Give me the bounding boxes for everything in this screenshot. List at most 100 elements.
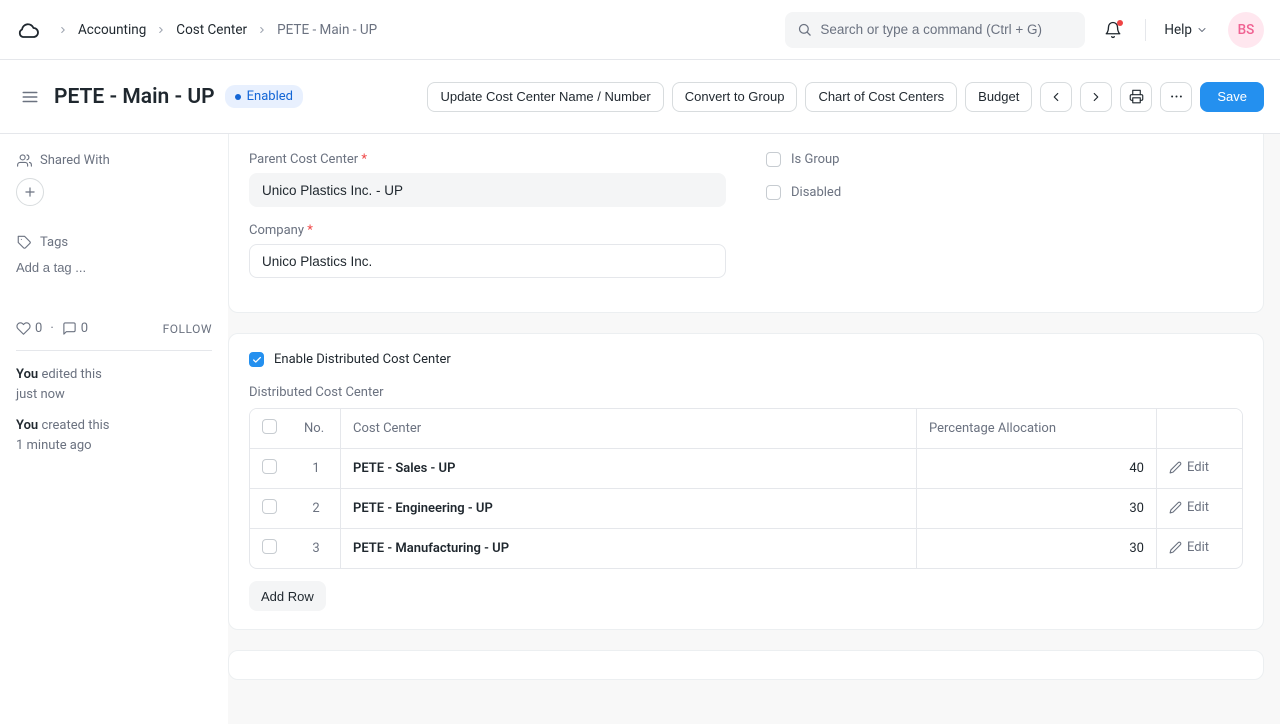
row-alloc[interactable]: 30 xyxy=(916,489,1156,529)
app-logo-icon[interactable] xyxy=(16,18,40,42)
help-menu[interactable]: Help xyxy=(1160,22,1212,38)
chevron-right-icon xyxy=(58,25,68,35)
likes-button[interactable]: 0 xyxy=(16,321,42,336)
sidebar-toggle-button[interactable] xyxy=(16,83,44,111)
activity-what: created this xyxy=(41,418,109,433)
save-button[interactable]: Save xyxy=(1200,82,1264,112)
separator-dot: · xyxy=(50,321,53,336)
topbar: Accounting Cost Center PETE - Main - UP … xyxy=(0,0,1280,60)
status-dot-icon xyxy=(235,94,241,100)
activity-when: just now xyxy=(16,387,65,402)
breadcrumb: Accounting Cost Center PETE - Main - UP xyxy=(58,22,377,38)
activity-what: edited this xyxy=(41,367,101,382)
edit-row-button[interactable]: Edit xyxy=(1169,500,1209,515)
table-header-row: No. Cost Center Percentage Allocation xyxy=(250,409,1242,449)
activity-when: 1 minute ago xyxy=(16,438,92,453)
breadcrumb-cost-center[interactable]: Cost Center xyxy=(176,22,247,38)
comment-icon xyxy=(62,321,77,336)
distributed-table-label: Distributed Cost Center xyxy=(249,385,1243,400)
next-button[interactable] xyxy=(1080,82,1112,112)
is-group-checkbox-row: Is Group xyxy=(766,152,1243,167)
help-label: Help xyxy=(1164,22,1192,38)
comments-count: 0 xyxy=(81,321,88,336)
page-title: PETE - Main - UP xyxy=(54,85,215,109)
edit-row-button[interactable]: Edit xyxy=(1169,540,1209,555)
tag-icon xyxy=(16,234,32,250)
notification-dot-icon xyxy=(1117,20,1123,26)
pencil-icon xyxy=(1169,501,1182,514)
enable-distributed-row: Enable Distributed Cost Center xyxy=(249,352,1243,367)
edit-header xyxy=(1156,409,1242,449)
activity-who: You xyxy=(16,367,38,382)
print-button[interactable] xyxy=(1120,82,1152,112)
search-icon xyxy=(797,22,812,37)
alloc-header: Percentage Allocation xyxy=(916,409,1156,449)
pencil-icon xyxy=(1169,541,1182,554)
edit-row-button[interactable]: Edit xyxy=(1169,460,1209,475)
parent-cost-center-label: Parent Cost Center * xyxy=(249,152,726,167)
users-icon xyxy=(16,152,32,168)
row-checkbox[interactable] xyxy=(262,459,277,474)
table-row: 3 PETE - Manufacturing - UP 30 Edit xyxy=(250,529,1242,568)
sidebar-divider xyxy=(16,350,212,351)
required-icon: * xyxy=(307,223,313,238)
comments-button[interactable]: 0 xyxy=(62,321,88,336)
printer-icon xyxy=(1129,89,1144,104)
more-button[interactable] xyxy=(1160,82,1192,112)
breadcrumb-current: PETE - Main - UP xyxy=(277,22,377,38)
row-cc[interactable]: PETE - Sales - UP xyxy=(340,449,916,489)
distributed-card: Enable Distributed Cost Center Distribut… xyxy=(228,333,1264,630)
shared-with-label: Shared With xyxy=(40,153,110,168)
breadcrumb-accounting[interactable]: Accounting xyxy=(78,22,146,38)
disabled-checkbox[interactable] xyxy=(766,185,781,200)
row-alloc[interactable]: 40 xyxy=(916,449,1156,489)
convert-to-group-button[interactable]: Convert to Group xyxy=(672,82,798,112)
row-no: 1 xyxy=(292,449,340,489)
search-box[interactable] xyxy=(785,12,1085,48)
row-checkbox[interactable] xyxy=(262,499,277,514)
engagement-row: 0 · 0 FOLLOW xyxy=(16,321,212,336)
heart-icon xyxy=(16,321,31,336)
add-shared-with-button[interactable] xyxy=(16,178,44,206)
row-no: 2 xyxy=(292,489,340,529)
notifications-button[interactable] xyxy=(1095,12,1131,48)
table-row: 2 PETE - Engineering - UP 30 Edit xyxy=(250,489,1242,529)
row-no: 3 xyxy=(292,529,340,568)
follow-button[interactable]: FOLLOW xyxy=(163,322,212,336)
prev-button[interactable] xyxy=(1040,82,1072,112)
update-name-button[interactable]: Update Cost Center Name / Number xyxy=(427,82,663,112)
row-cc[interactable]: PETE - Manufacturing - UP xyxy=(340,529,916,568)
chevron-left-icon xyxy=(1049,90,1063,104)
user-avatar[interactable]: BS xyxy=(1228,12,1264,48)
parent-cost-center-input[interactable] xyxy=(249,173,726,207)
search-input[interactable] xyxy=(820,22,1073,37)
activity-item: You edited this just now xyxy=(16,365,212,404)
row-alloc[interactable]: 30 xyxy=(916,529,1156,568)
tags-label: Tags xyxy=(40,235,68,250)
tags-input[interactable] xyxy=(16,260,212,275)
is-group-checkbox[interactable] xyxy=(766,152,781,167)
divider xyxy=(1145,19,1146,41)
distributed-table: No. Cost Center Percentage Allocation 1 … xyxy=(249,408,1243,569)
row-checkbox[interactable] xyxy=(262,539,277,554)
row-cc[interactable]: PETE - Engineering - UP xyxy=(340,489,916,529)
cc-header: Cost Center xyxy=(340,409,916,449)
no-header: No. xyxy=(292,409,340,449)
shared-with-row: Shared With xyxy=(16,146,212,174)
enable-distributed-label: Enable Distributed Cost Center xyxy=(274,352,451,367)
content: Shared With Tags 0 · 0 FOLLOW xyxy=(0,134,1280,724)
activity-item: You created this 1 minute ago xyxy=(16,416,212,455)
next-card-placeholder xyxy=(228,650,1264,680)
plus-icon xyxy=(23,185,37,199)
chart-of-cost-centers-button[interactable]: Chart of Cost Centers xyxy=(805,82,957,112)
status-badge: Enabled xyxy=(225,85,303,108)
select-all-checkbox[interactable] xyxy=(262,419,277,434)
add-row-button[interactable]: Add Row xyxy=(249,581,326,611)
company-field: Company * xyxy=(249,223,726,278)
chevron-right-icon xyxy=(1089,90,1103,104)
budget-button[interactable]: Budget xyxy=(965,82,1032,112)
enable-distributed-checkbox[interactable] xyxy=(249,352,264,367)
status-label: Enabled xyxy=(247,89,293,104)
company-input[interactable] xyxy=(249,244,726,278)
sidebar: Shared With Tags 0 · 0 FOLLOW xyxy=(0,134,228,724)
